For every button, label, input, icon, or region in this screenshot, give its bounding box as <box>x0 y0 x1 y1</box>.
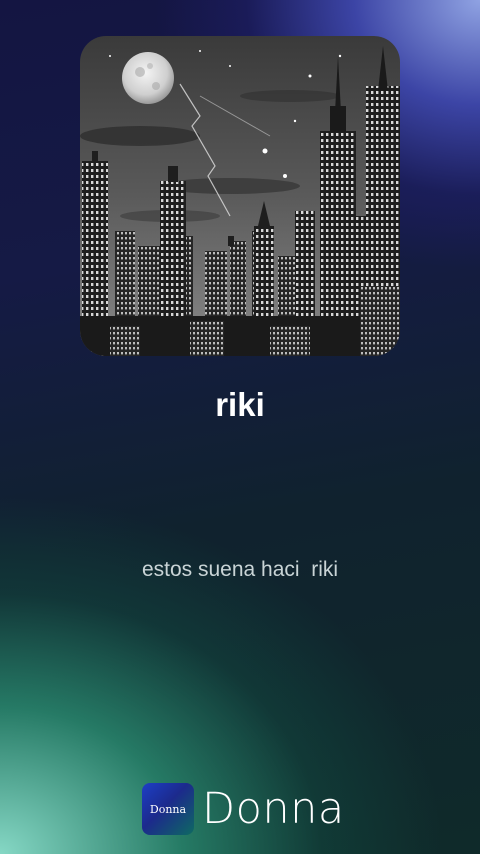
donna-app-icon: Donna <box>142 783 194 835</box>
album-cover <box>80 36 400 356</box>
lyric-line: estos suena haci riki <box>141 558 339 581</box>
brand-logo: Donna Donna <box>142 782 345 836</box>
brand-name: Donna <box>202 784 345 834</box>
app-icon-label: Donna <box>149 802 187 816</box>
song-title: riki <box>215 386 265 423</box>
night-city-artwork-icon <box>80 36 400 356</box>
